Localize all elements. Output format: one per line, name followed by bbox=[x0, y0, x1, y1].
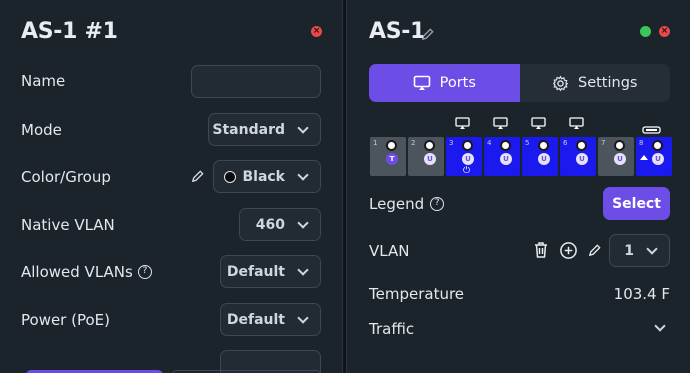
port-number: 2 bbox=[411, 139, 416, 147]
vlan-label: VLAN bbox=[369, 242, 410, 260]
add-circle-icon[interactable] bbox=[558, 240, 578, 260]
port-vlan-badge: U bbox=[652, 153, 664, 165]
uplink-arrow-icon bbox=[640, 155, 648, 160]
port-socket-icon bbox=[538, 140, 549, 151]
chevron-down-icon bbox=[646, 242, 658, 255]
temperature-value: 103.4 F bbox=[613, 285, 670, 303]
color-swatch bbox=[224, 170, 237, 183]
chevron-down-icon bbox=[297, 121, 309, 134]
switch-port[interactable]: 4U bbox=[484, 137, 520, 176]
native-vlan-label: Native VLAN bbox=[21, 216, 115, 234]
poe-select[interactable]: Default bbox=[220, 303, 321, 336]
traffic-label: Traffic bbox=[369, 320, 415, 338]
switch-port[interactable]: 6U bbox=[560, 137, 596, 176]
port-socket-icon bbox=[652, 140, 663, 151]
monitor-icon bbox=[413, 75, 430, 90]
chevron-down-icon bbox=[297, 311, 309, 324]
chevron-down-icon bbox=[297, 263, 309, 276]
switch-port[interactable]: 8U bbox=[636, 137, 672, 176]
switch-port[interactable]: 5U bbox=[522, 137, 558, 176]
pencil-icon[interactable] bbox=[188, 167, 206, 185]
switch-port[interactable]: 3 U ⏻ bbox=[446, 137, 482, 176]
device-monitor-icon bbox=[531, 115, 546, 129]
tab-settings[interactable]: Settings bbox=[520, 64, 671, 102]
switch-title: AS-1 bbox=[369, 19, 426, 44]
chevron-down-icon bbox=[297, 168, 309, 181]
switch-device-icon bbox=[642, 119, 661, 134]
port-number: 8 bbox=[639, 139, 644, 147]
color-group-select[interactable]: Black bbox=[213, 160, 321, 193]
pencil-icon[interactable] bbox=[585, 241, 603, 259]
port-vlan-badge: U bbox=[614, 153, 626, 165]
edit-title-icon[interactable] bbox=[418, 25, 436, 43]
port-socket-icon bbox=[614, 140, 625, 151]
port-vlan-badge: T bbox=[386, 153, 398, 165]
device-monitor-icon bbox=[569, 115, 584, 129]
poe-label: Power (PoE) bbox=[21, 311, 110, 329]
mode-label: Mode bbox=[21, 121, 62, 139]
port-vlan-badge: U bbox=[424, 153, 436, 165]
port-socket-icon bbox=[462, 140, 473, 151]
port-number: 7 bbox=[601, 139, 606, 147]
trash-icon[interactable] bbox=[532, 240, 550, 260]
allowed-vlans-row: Allowed VLANs ? bbox=[21, 263, 152, 281]
device-monitor-icon bbox=[493, 115, 508, 129]
poe-power-icon: ⏻ bbox=[463, 166, 471, 176]
view-tabs: Ports Settings bbox=[369, 64, 670, 102]
panel-title: AS-1 #1 bbox=[21, 19, 118, 44]
switch-port[interactable]: 2U bbox=[408, 137, 444, 176]
mode-select[interactable]: Standard bbox=[208, 113, 321, 146]
help-icon[interactable]: ? bbox=[137, 265, 152, 279]
allowed-vlans-select[interactable]: Default bbox=[220, 255, 321, 288]
help-icon[interactable]: ? bbox=[430, 197, 445, 211]
vlan-select[interactable]: 1 bbox=[609, 234, 670, 267]
select-button[interactable]: Select bbox=[603, 187, 670, 220]
port-socket-icon bbox=[424, 140, 435, 151]
port-number: 5 bbox=[525, 139, 530, 147]
switch-port[interactable]: 1T bbox=[370, 137, 406, 176]
port-vlan-badge: U bbox=[576, 153, 588, 165]
port-config-panel: AS-1 #1 × Name Mode Standard Color/Group… bbox=[0, 0, 343, 373]
chevron-down-icon bbox=[297, 216, 309, 229]
close-icon[interactable]: × bbox=[659, 26, 670, 37]
device-monitor-icon bbox=[455, 115, 470, 129]
name-input[interactable] bbox=[191, 65, 321, 98]
confirm-icon[interactable] bbox=[640, 26, 651, 37]
port-number: 6 bbox=[563, 139, 568, 147]
color-group-label: Color/Group bbox=[21, 168, 111, 186]
temperature-label: Temperature bbox=[369, 285, 465, 303]
legend-label: Legend bbox=[369, 195, 425, 213]
close-icon[interactable]: × bbox=[311, 26, 322, 37]
gear-icon bbox=[552, 75, 569, 91]
tab-ports[interactable]: Ports bbox=[369, 64, 520, 102]
name-label: Name bbox=[21, 72, 66, 90]
port-vlan-badge: U bbox=[538, 153, 550, 165]
port-vlan-badge: U bbox=[500, 153, 512, 165]
port-socket-icon bbox=[386, 140, 397, 151]
port-number: 4 bbox=[487, 139, 492, 147]
port-vlan-badge: U bbox=[462, 153, 474, 165]
allowed-vlans-label: Allowed VLANs bbox=[21, 263, 133, 281]
native-vlan-select[interactable]: 460 bbox=[239, 208, 321, 241]
legend-row: Legend ? bbox=[369, 195, 445, 213]
switch-port[interactable]: 7U bbox=[598, 137, 634, 176]
port-socket-icon bbox=[576, 140, 587, 151]
port-number: 3 bbox=[449, 139, 454, 147]
port-number: 1 bbox=[373, 139, 378, 147]
port-socket-icon bbox=[500, 140, 511, 151]
